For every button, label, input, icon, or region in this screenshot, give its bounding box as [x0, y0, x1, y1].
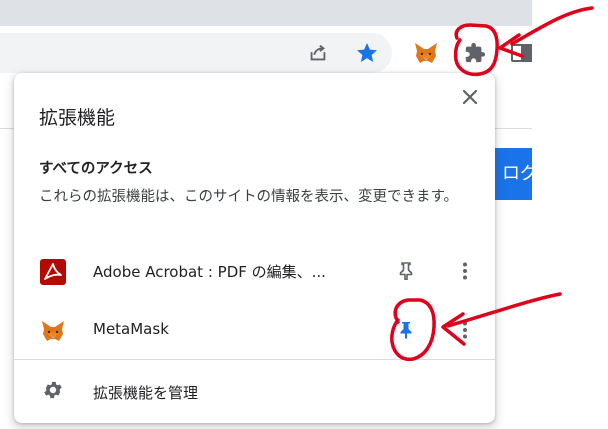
more-vert-icon	[463, 262, 467, 280]
metamask-fox-icon[interactable]	[411, 38, 441, 68]
full-access-description: これらの拡張機能は、このサイトの情報を表示、変更できます。	[39, 189, 459, 205]
pin-button[interactable]	[394, 259, 418, 283]
extension-name: Adobe Acrobat : PDF の編集、...	[93, 263, 326, 281]
full-access-heading: すべてのアクセス	[39, 161, 153, 177]
address-bar[interactable]	[0, 33, 392, 73]
extensions-puzzle-icon[interactable]	[460, 38, 490, 68]
manage-extensions-item[interactable]: 拡張機能を管理	[14, 367, 495, 415]
tab-strip	[0, 0, 532, 26]
extension-row-metamask[interactable]: MetaMask	[14, 302, 495, 358]
extensions-menu-title: 拡張機能	[39, 107, 116, 129]
adobe-acrobat-icon	[40, 259, 66, 285]
browser-toolbar	[0, 26, 532, 80]
close-button[interactable]	[458, 85, 482, 109]
bookmark-star-icon[interactable]	[352, 38, 382, 68]
login-button[interactable]: ログ	[494, 148, 532, 200]
sidebar-icon[interactable]	[508, 38, 532, 68]
more-vert-icon	[463, 321, 467, 339]
metamask-fox-icon	[40, 318, 66, 344]
share-icon[interactable]	[303, 38, 333, 68]
extension-name: MetaMask	[93, 320, 169, 338]
pin-outline-icon	[399, 262, 413, 280]
manage-extensions-label: 拡張機能を管理	[93, 384, 199, 402]
more-options-button[interactable]	[453, 318, 477, 342]
more-options-button[interactable]	[453, 259, 477, 283]
extension-row-adobe-acrobat[interactable]: Adobe Acrobat : PDF の編集、...	[14, 243, 495, 299]
gear-icon	[42, 379, 66, 403]
unpin-button[interactable]	[394, 318, 418, 342]
menu-divider	[14, 359, 495, 360]
extensions-menu: 拡張機能 すべてのアクセス これらの拡張機能は、このサイトの情報を表示、変更でき…	[14, 73, 495, 423]
pin-filled-icon	[400, 322, 412, 339]
close-icon	[463, 90, 477, 104]
